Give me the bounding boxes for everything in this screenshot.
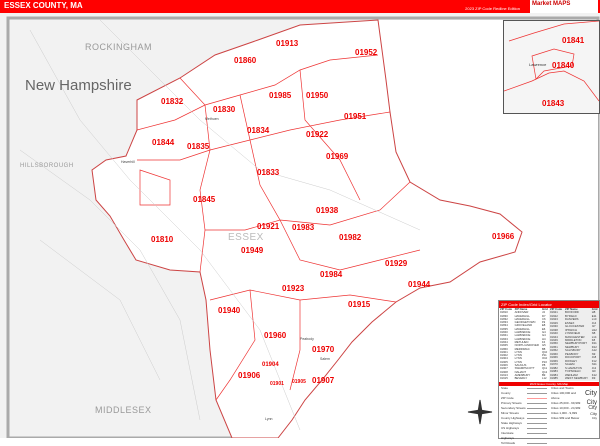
zip-label: 01844 xyxy=(152,138,175,147)
zip-label: 01833 xyxy=(257,168,280,177)
county-label-middlesex: MIDDLESEX xyxy=(95,405,152,415)
zip-label: 01845 xyxy=(193,195,216,204)
zip-label: 01915 xyxy=(348,300,371,309)
zip-label: 01901 xyxy=(270,381,284,387)
legend-row: 01915 BEVERLY L12 xyxy=(499,376,549,381)
logo: Market MAPS xyxy=(530,0,598,13)
zip-label: 01938 xyxy=(316,206,339,215)
zip-label: 01949 xyxy=(241,246,264,255)
zip-label: 01922 xyxy=(306,130,329,139)
inset-zip-label: 01840 xyxy=(552,61,575,70)
zip-label: 01950 xyxy=(306,91,329,100)
zip-label: 01832 xyxy=(161,97,184,106)
zip-label: 01982 xyxy=(339,233,362,242)
zip-index: ZIP Code ZIP Name Grid 01810 ANDOVER J4 01830 H… xyxy=(499,307,599,381)
zip-label: 01983 xyxy=(292,223,315,232)
zip-label: 01951 xyxy=(344,112,367,121)
legend-cell: L12 xyxy=(541,376,547,381)
zip-label: 01904 xyxy=(262,362,279,368)
county-label-hillsborough: HILLSBOROUGH xyxy=(20,163,74,169)
zip-label: 01830 xyxy=(213,105,236,114)
town-label: Salem xyxy=(320,357,330,361)
zip-label: 01944 xyxy=(408,280,431,289)
inset-zip-label: 01843 xyxy=(542,99,565,108)
county-label-rockingham: ROCKINGHAM xyxy=(85,42,152,52)
zip-label: 01810 xyxy=(151,235,174,244)
inset-zip-label: 01841 xyxy=(562,36,585,45)
zip-label: 01966 xyxy=(492,232,515,241)
zip-label: 01970 xyxy=(312,345,335,354)
legend-panel: ZIP Code Index/Grid Locator ZIP Code ZIP … xyxy=(498,300,600,445)
legend-cell: BEVERLY xyxy=(514,376,528,381)
legend-city-size: Cities 999 and Below City xyxy=(551,415,597,420)
town-label: Methuen xyxy=(205,117,219,121)
legend-title: ZIP Code Index/Grid Locator xyxy=(499,301,599,308)
zip-label: 01905 xyxy=(292,379,306,385)
zip-label: 01906 xyxy=(238,371,261,380)
zip-label: 01960 xyxy=(264,331,287,340)
zip-label: 01923 xyxy=(282,284,305,293)
legend-cell: 01985 xyxy=(550,376,558,381)
legend-cell: 01915 xyxy=(500,376,508,381)
zip-label: 01921 xyxy=(257,222,280,231)
state-label: New Hampshire xyxy=(25,77,132,94)
legend-feature: Toll Roads xyxy=(499,441,549,446)
zip-label: 01969 xyxy=(326,152,349,161)
zip-label: 01952 xyxy=(355,48,378,57)
header-bar: ESSEX COUNTY, MA 2023 ZIP Code Redline E… xyxy=(0,0,600,13)
legend-row: 01985 WEST NEWBURY D9 xyxy=(549,377,599,381)
zip-label: 01984 xyxy=(320,270,343,279)
zip-label: 01985 xyxy=(269,91,292,100)
zip-label: 01913 xyxy=(276,39,299,48)
zip-label: 01835 xyxy=(187,142,210,151)
zip-label: 01929 xyxy=(385,259,408,268)
zip-label: 01907 xyxy=(312,376,335,385)
town-label: Haverhill xyxy=(121,160,135,164)
inset-town-label: Lawrence xyxy=(529,62,547,67)
town-label: Lynn xyxy=(265,417,273,421)
town-label: Peabody xyxy=(300,337,314,341)
zip-label: 01860 xyxy=(234,56,257,65)
zip-label: 01834 xyxy=(247,126,270,135)
map-title: ESSEX COUNTY, MA xyxy=(4,1,83,10)
legend-cell: D9 xyxy=(591,376,596,381)
edition-label: 2023 ZIP Code Redline Edition xyxy=(465,6,520,11)
county-label-essex: ESSEX xyxy=(228,232,264,243)
inset-map[interactable]: 01841 01840 01843 Lawrence xyxy=(503,20,600,114)
zip-label: 01940 xyxy=(218,306,241,315)
legend-feature: Interstate Highways xyxy=(499,431,549,441)
legend-cell: WEST NEWBURY xyxy=(565,376,589,381)
